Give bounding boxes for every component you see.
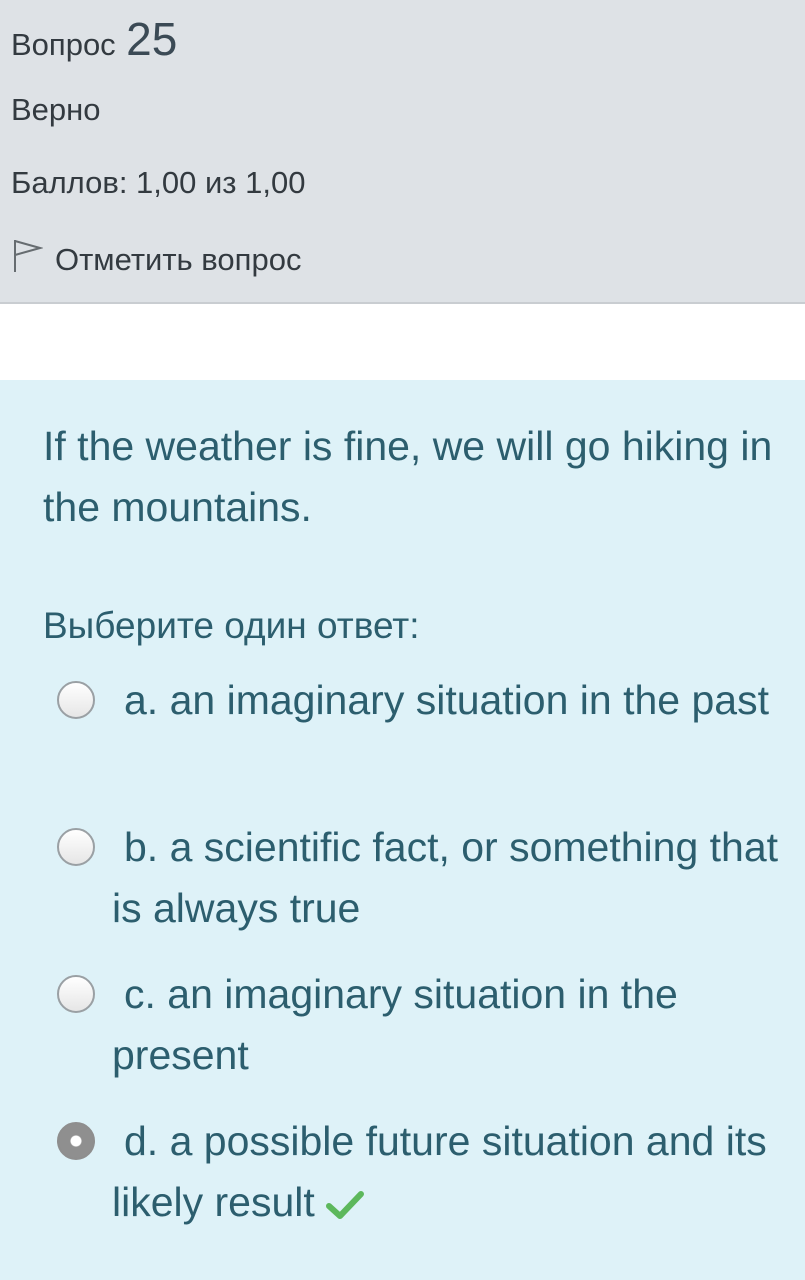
question-heading: Вопрос 25 [11, 12, 177, 66]
flag-question-label: Отметить вопрос [55, 242, 302, 277]
answer-option-b-text: b. a scientific fact, or something that … [112, 824, 779, 931]
radio-button-b[interactable] [57, 828, 95, 866]
answer-option-d-text: d. a possible future situation and its l… [112, 1111, 792, 1233]
radio-button-c[interactable] [57, 975, 95, 1013]
check-icon [325, 1191, 364, 1220]
flag-question-link[interactable]: Отметить вопрос [11, 238, 301, 282]
question-text: If the weather is fine, we will go hikin… [43, 423, 773, 530]
question-info-panel: Вопрос 25 Верно Баллов: 1,00 из 1,00 Отм… [0, 0, 805, 304]
flag-icon [11, 238, 55, 282]
question-label: Вопрос [11, 27, 116, 62]
answer-option-a-text: a. an imaginary situation in the past [124, 677, 769, 723]
radio-button-a[interactable] [57, 681, 95, 719]
question-content: If the weather is fine, we will go hikin… [0, 380, 805, 1280]
answer-option-c-text: c. an imaginary situation in the present [112, 971, 678, 1078]
question-state: Верно [11, 92, 101, 127]
question-number: 25 [126, 13, 178, 65]
question-grade: Баллов: 1,00 из 1,00 [11, 165, 306, 200]
answer-prompt: Выберите один ответ: [43, 605, 420, 646]
answer-option-d-label: d. a possible future situation and its l… [112, 1118, 767, 1225]
radio-button-d-selected[interactable] [57, 1122, 95, 1160]
